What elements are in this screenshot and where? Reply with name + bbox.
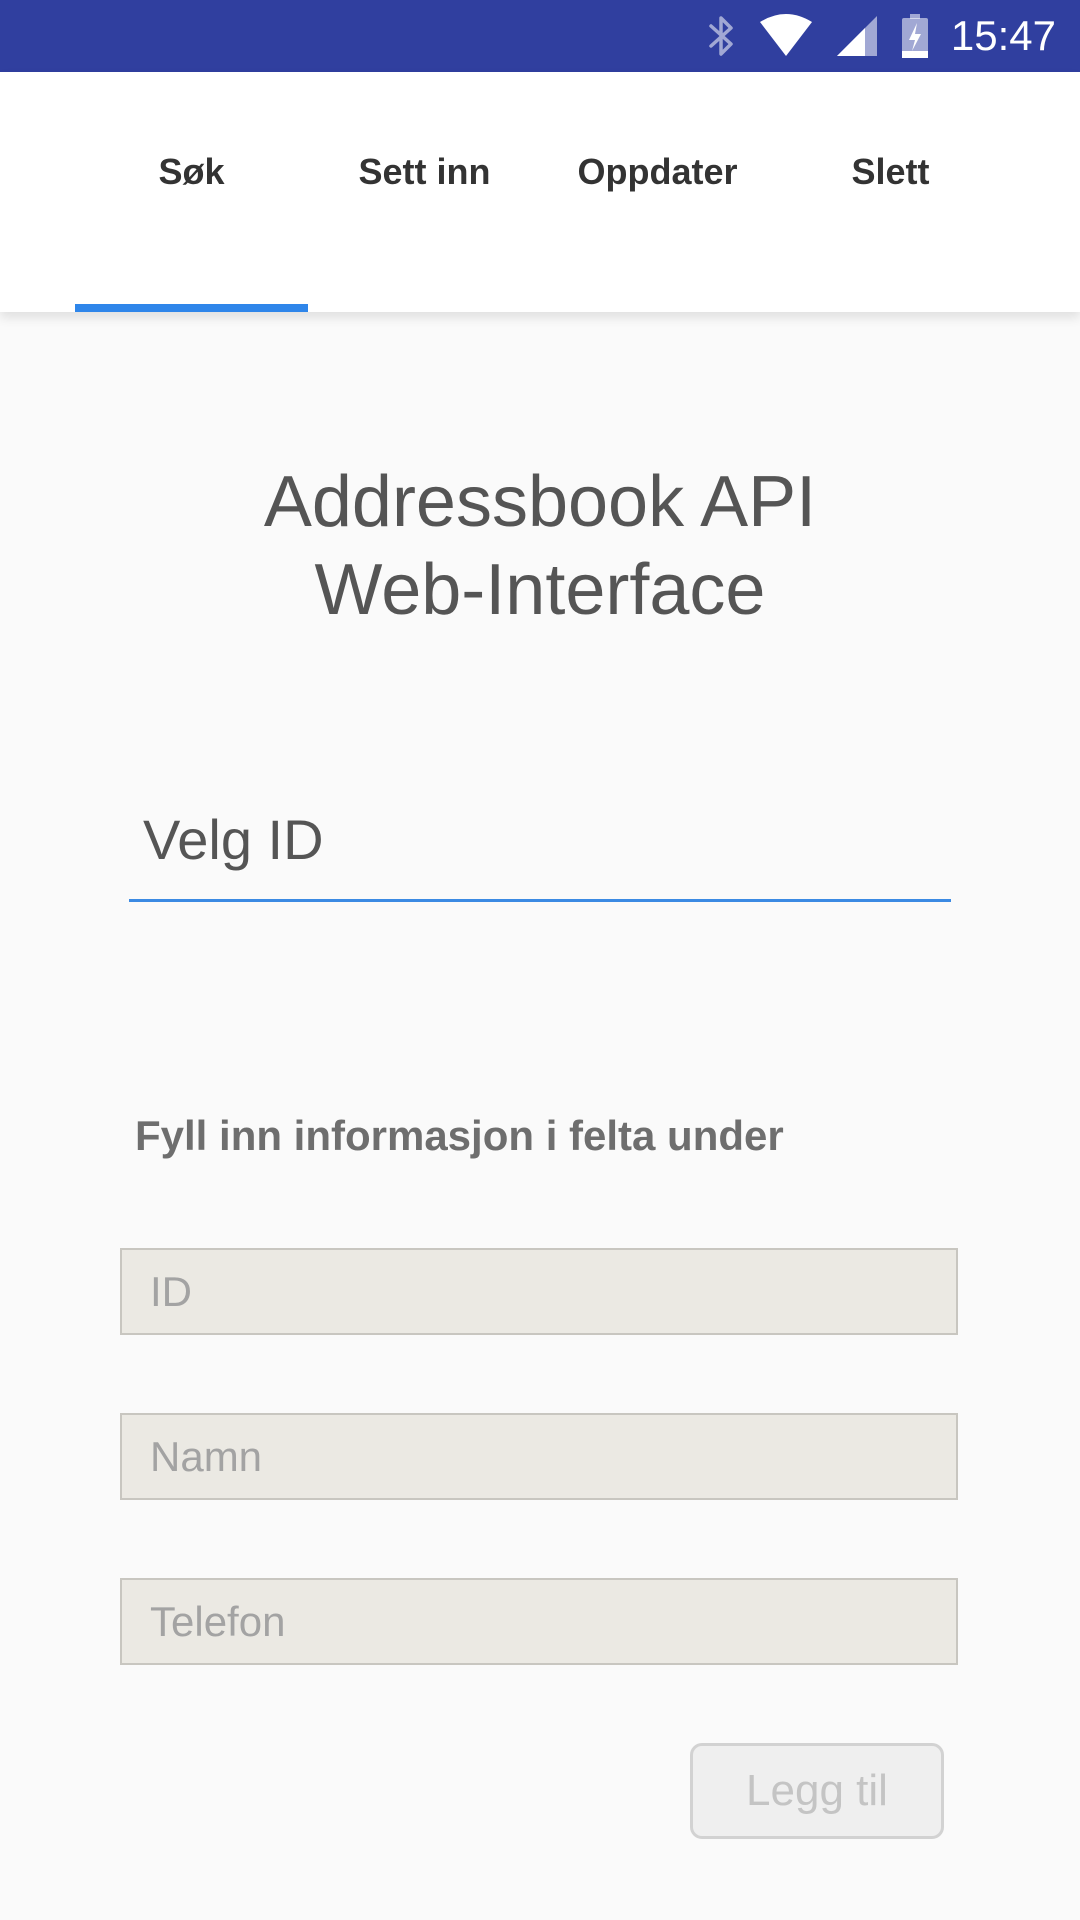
select-id-label: Velg ID [143,808,324,871]
battery-charging-icon [901,13,929,59]
phone-input[interactable] [120,1578,958,1665]
add-button[interactable]: Legg til [690,1743,944,1839]
tab-label: Slett [851,151,930,192]
status-time: 15:47 [950,12,1056,59]
status-bar: 15:47 [0,0,1080,72]
page-title-line-1: Addressbook API [263,462,817,542]
tab-indicator [75,304,308,312]
wifi-icon [759,14,813,58]
page-title: Addressbook API Web-Interface [0,458,1080,634]
tab-label: Oppdater [577,151,738,192]
tab-oppdater[interactable]: Oppdater [541,72,774,312]
tab-label: Søk [158,151,225,192]
cell-signal-icon [835,14,879,58]
bluetooth-icon [707,14,737,58]
id-input[interactable] [120,1248,958,1335]
status-icons: 15:47 [707,0,1056,72]
name-input[interactable] [120,1413,958,1500]
tab-sett-inn[interactable]: Sett inn [308,72,541,312]
select-id-dropdown[interactable]: Velg ID [129,780,951,902]
tab-bar: Søk Sett inn Oppdater Slett [0,72,1080,312]
form-heading: Fyll inn informasjon i felta under [135,1112,784,1159]
tab-slett[interactable]: Slett [774,72,1007,312]
tab-sok[interactable]: Søk [75,72,308,312]
tab-label: Sett inn [358,151,491,192]
page-title-line-2: Web-Interface [314,550,766,630]
app-screen: 15:47 Søk Sett inn Oppdater Slett Addres… [0,0,1080,1920]
